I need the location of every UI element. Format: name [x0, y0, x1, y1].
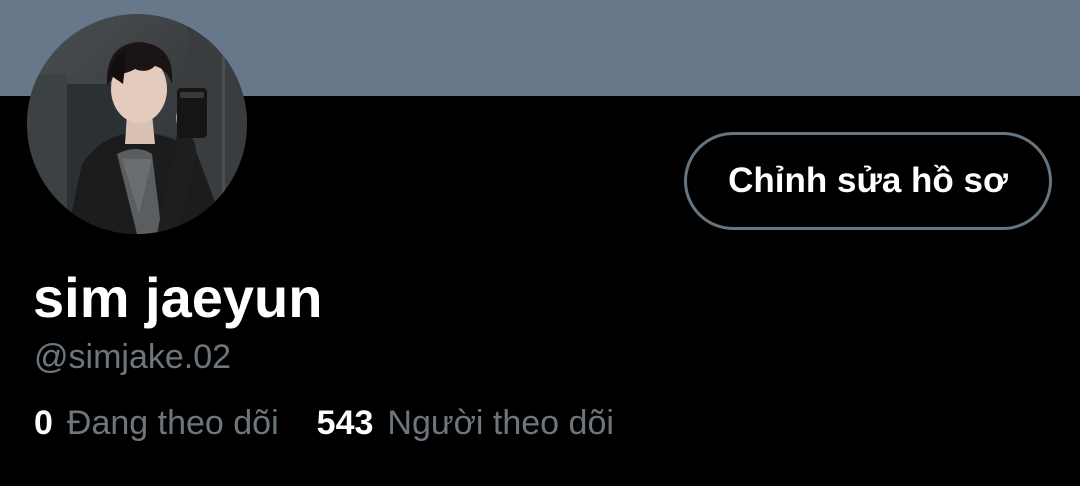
followers-label: Người theo dõi	[387, 404, 614, 442]
followers-count: 543	[316, 404, 374, 442]
following-link[interactable]: 0 Đang theo dõi	[34, 400, 279, 446]
username-handle: @simjake.02	[34, 338, 232, 376]
profile-header: Chỉnh sửa hồ sơ sim jaeyun @simjake.02 0…	[0, 0, 1080, 486]
following-label: Đang theo dõi	[66, 404, 279, 442]
follow-stats: 0 Đang theo dõi 543 Người theo dõi	[34, 400, 614, 446]
display-name: sim jaeyun	[33, 266, 323, 329]
avatar-photo	[27, 14, 247, 234]
avatar[interactable]	[27, 14, 247, 234]
following-count: 0	[34, 404, 53, 442]
edit-profile-button[interactable]: Chỉnh sửa hồ sơ	[684, 132, 1052, 230]
followers-link[interactable]: 543 Người theo dõi	[317, 400, 614, 446]
